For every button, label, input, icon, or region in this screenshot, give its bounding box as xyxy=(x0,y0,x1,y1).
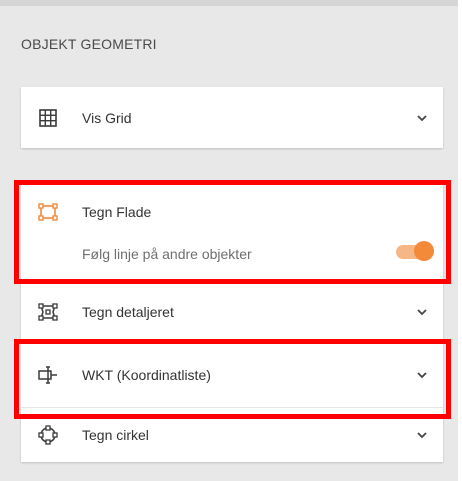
tegn-cirkel-row[interactable]: Tegn cirkel xyxy=(21,408,443,462)
object-geometry-panel: OBJEKT GEOMETRI Vis Grid Tegn Flade Følg… xyxy=(0,0,462,481)
panel-top-border xyxy=(0,0,462,6)
snap-to-objects-toggle[interactable] xyxy=(396,241,434,261)
wkt-row[interactable]: WKT (Koordinatliste) xyxy=(21,343,443,407)
section-title: OBJEKT GEOMETRI xyxy=(21,36,157,52)
circle-draw-icon xyxy=(38,425,58,445)
tegn-flade-label: Tegn Flade xyxy=(82,204,152,220)
chevron-down-icon[interactable] xyxy=(415,428,429,442)
vis-grid-label: Vis Grid xyxy=(82,109,132,126)
grid-icon xyxy=(38,108,58,128)
detailed-polygon-icon xyxy=(38,302,58,322)
toggle-knob xyxy=(414,241,434,261)
tegn-flade-row[interactable]: Tegn Flade xyxy=(21,183,443,241)
tegn-detaljeret-label: Tegn detaljeret xyxy=(82,304,174,320)
draw-tools-card: Tegn Flade Følg linje på andre objekter … xyxy=(21,183,443,462)
tegn-detaljeret-row[interactable]: Tegn detaljeret xyxy=(21,282,443,342)
polygon-icon xyxy=(38,202,58,222)
wkt-icon xyxy=(38,365,58,385)
chevron-down-icon[interactable] xyxy=(415,111,429,125)
snap-to-objects-label: Følg linje på andre objekter xyxy=(82,246,252,262)
vis-grid-row[interactable]: Vis Grid xyxy=(21,87,443,148)
tegn-cirkel-label: Tegn cirkel xyxy=(82,427,149,443)
wkt-label: WKT (Koordinatliste) xyxy=(82,367,211,383)
panel-right-edge xyxy=(458,0,462,481)
chevron-down-icon[interactable] xyxy=(415,368,429,382)
vis-grid-card: Vis Grid xyxy=(21,87,443,148)
chevron-down-icon[interactable] xyxy=(415,305,429,319)
